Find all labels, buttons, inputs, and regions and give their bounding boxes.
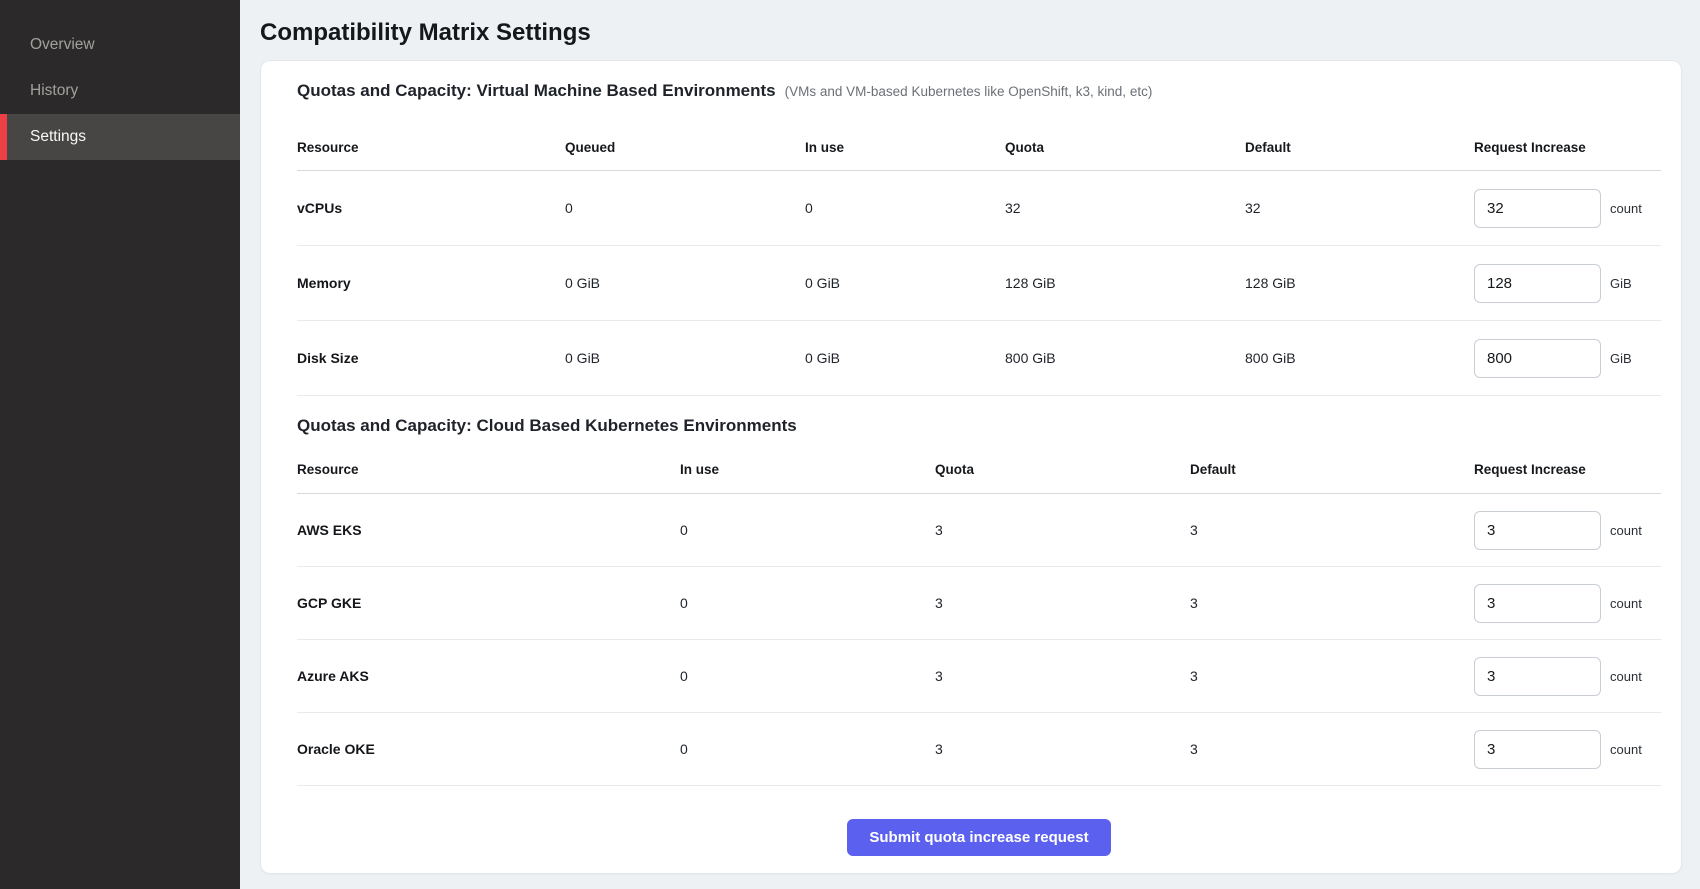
unit-label: GiB [1610, 351, 1632, 366]
column-header-resource: Resource [297, 462, 680, 477]
table-row-aws-eks: AWS EKS 0 3 3 count [297, 494, 1661, 567]
cell-quota: 800 GiB [1005, 350, 1245, 366]
section-heading-vm: Quotas and Capacity: Virtual Machine Bas… [297, 81, 1661, 103]
unit-label: count [1610, 201, 1642, 216]
section-heading-cloud-k8s: Quotas and Capacity: Cloud Based Kuberne… [297, 416, 1661, 438]
column-header-request-increase: Request Increase [1474, 462, 1661, 477]
unit-label: count [1610, 742, 1642, 757]
cell-queued: 0 [565, 200, 805, 216]
main-content: Compatibility Matrix Settings Quotas and… [240, 0, 1700, 889]
section-vm-environments: Quotas and Capacity: Virtual Machine Bas… [297, 81, 1661, 396]
column-header-resource: Resource [297, 140, 565, 155]
cell-in-use: 0 GiB [805, 275, 1005, 291]
section-subtitle-vm: (VMs and VM-based Kubernetes like OpenSh… [785, 84, 1153, 99]
column-header-request-increase: Request Increase [1474, 140, 1661, 155]
section-title-vm: Quotas and Capacity: Virtual Machine Bas… [297, 81, 776, 101]
cell-default: 3 [1190, 595, 1474, 611]
request-increase-input-gcp-gke[interactable] [1474, 584, 1601, 623]
submit-quota-increase-button[interactable]: Submit quota increase request [847, 819, 1110, 856]
cell-resource: Memory [297, 275, 565, 291]
cell-in-use: 0 [680, 595, 935, 611]
page-title: Compatibility Matrix Settings [260, 18, 1682, 48]
cell-request-increase: count [1474, 584, 1661, 623]
unit-label: count [1610, 596, 1642, 611]
cell-request-increase: count [1474, 730, 1661, 769]
cell-resource: Oracle OKE [297, 741, 680, 757]
column-header-quota: Quota [1005, 140, 1245, 155]
sidebar-nav: Overview History Settings [0, 22, 240, 160]
cell-default: 800 GiB [1245, 350, 1474, 366]
cell-resource: AWS EKS [297, 522, 680, 538]
table-row-oracle-oke: Oracle OKE 0 3 3 count [297, 713, 1661, 786]
vm-quota-table: Resource Queued In use Quota Default Req… [297, 125, 1661, 396]
cell-default: 3 [1190, 668, 1474, 684]
request-increase-input-oracle-oke[interactable] [1474, 730, 1601, 769]
table-row-vcpus: vCPUs 0 0 32 32 count [297, 171, 1661, 246]
table-row-azure-aks: Azure AKS 0 3 3 count [297, 640, 1661, 713]
cell-quota: 128 GiB [1005, 275, 1245, 291]
cell-default: 3 [1190, 741, 1474, 757]
cell-queued: 0 GiB [565, 275, 805, 291]
cell-quota: 3 [935, 522, 1190, 538]
app-window: Overview History Settings Compatibility … [0, 0, 1700, 889]
column-header-default: Default [1190, 462, 1474, 477]
cell-request-increase: GiB [1474, 264, 1661, 303]
cell-quota: 3 [935, 741, 1190, 757]
cell-request-increase: GiB [1474, 339, 1661, 378]
cell-quota: 3 [935, 668, 1190, 684]
vm-quota-table-header: Resource Queued In use Quota Default Req… [297, 125, 1661, 171]
cell-request-increase: count [1474, 511, 1661, 550]
request-increase-input-disk-size[interactable] [1474, 339, 1601, 378]
table-row-memory: Memory 0 GiB 0 GiB 128 GiB 128 GiB GiB [297, 246, 1661, 321]
table-row-gcp-gke: GCP GKE 0 3 3 count [297, 567, 1661, 640]
cloud-k8s-table-header: Resource In use Quota Default Request In… [297, 446, 1661, 494]
cell-in-use: 0 [805, 200, 1005, 216]
cell-request-increase: count [1474, 657, 1661, 696]
cell-in-use: 0 GiB [805, 350, 1005, 366]
cell-in-use: 0 [680, 741, 935, 757]
sidebar-item-history[interactable]: History [0, 68, 240, 114]
sidebar-item-overview[interactable]: Overview [0, 22, 240, 68]
cell-request-increase: count [1474, 189, 1661, 228]
unit-label: count [1610, 669, 1642, 684]
sidebar-item-label: History [30, 82, 78, 100]
section-cloud-k8s-environments: Quotas and Capacity: Cloud Based Kuberne… [297, 416, 1661, 786]
table-row-disk-size: Disk Size 0 GiB 0 GiB 800 GiB 800 GiB Gi… [297, 321, 1661, 396]
cell-in-use: 0 [680, 522, 935, 538]
column-header-quota: Quota [935, 462, 1190, 477]
request-increase-input-memory[interactable] [1474, 264, 1601, 303]
cell-default: 128 GiB [1245, 275, 1474, 291]
card-footer: Submit quota increase request [297, 786, 1661, 874]
cell-default: 32 [1245, 200, 1474, 216]
sidebar-item-label: Settings [30, 128, 86, 146]
sidebar-item-label: Overview [30, 36, 95, 54]
cell-default: 3 [1190, 522, 1474, 538]
sidebar-item-settings[interactable]: Settings [0, 114, 240, 160]
request-increase-input-azure-aks[interactable] [1474, 657, 1601, 696]
column-header-in-use: In use [805, 140, 1005, 155]
column-header-in-use: In use [680, 462, 935, 477]
request-increase-input-vcpus[interactable] [1474, 189, 1601, 228]
cell-resource: Azure AKS [297, 668, 680, 684]
column-header-queued: Queued [565, 140, 805, 155]
request-increase-input-aws-eks[interactable] [1474, 511, 1601, 550]
column-header-default: Default [1245, 140, 1474, 155]
cell-quota: 3 [935, 595, 1190, 611]
unit-label: count [1610, 523, 1642, 538]
cell-resource: GCP GKE [297, 595, 680, 611]
section-title-cloud-k8s: Quotas and Capacity: Cloud Based Kuberne… [297, 416, 797, 436]
quota-settings-card: Quotas and Capacity: Virtual Machine Bas… [260, 60, 1682, 874]
cell-quota: 32 [1005, 200, 1245, 216]
cell-queued: 0 GiB [565, 350, 805, 366]
cell-resource: vCPUs [297, 200, 565, 216]
cell-in-use: 0 [680, 668, 935, 684]
unit-label: GiB [1610, 276, 1632, 291]
cell-resource: Disk Size [297, 350, 565, 366]
cloud-k8s-quota-table: Resource In use Quota Default Request In… [297, 446, 1661, 786]
sidebar: Overview History Settings [0, 0, 240, 889]
